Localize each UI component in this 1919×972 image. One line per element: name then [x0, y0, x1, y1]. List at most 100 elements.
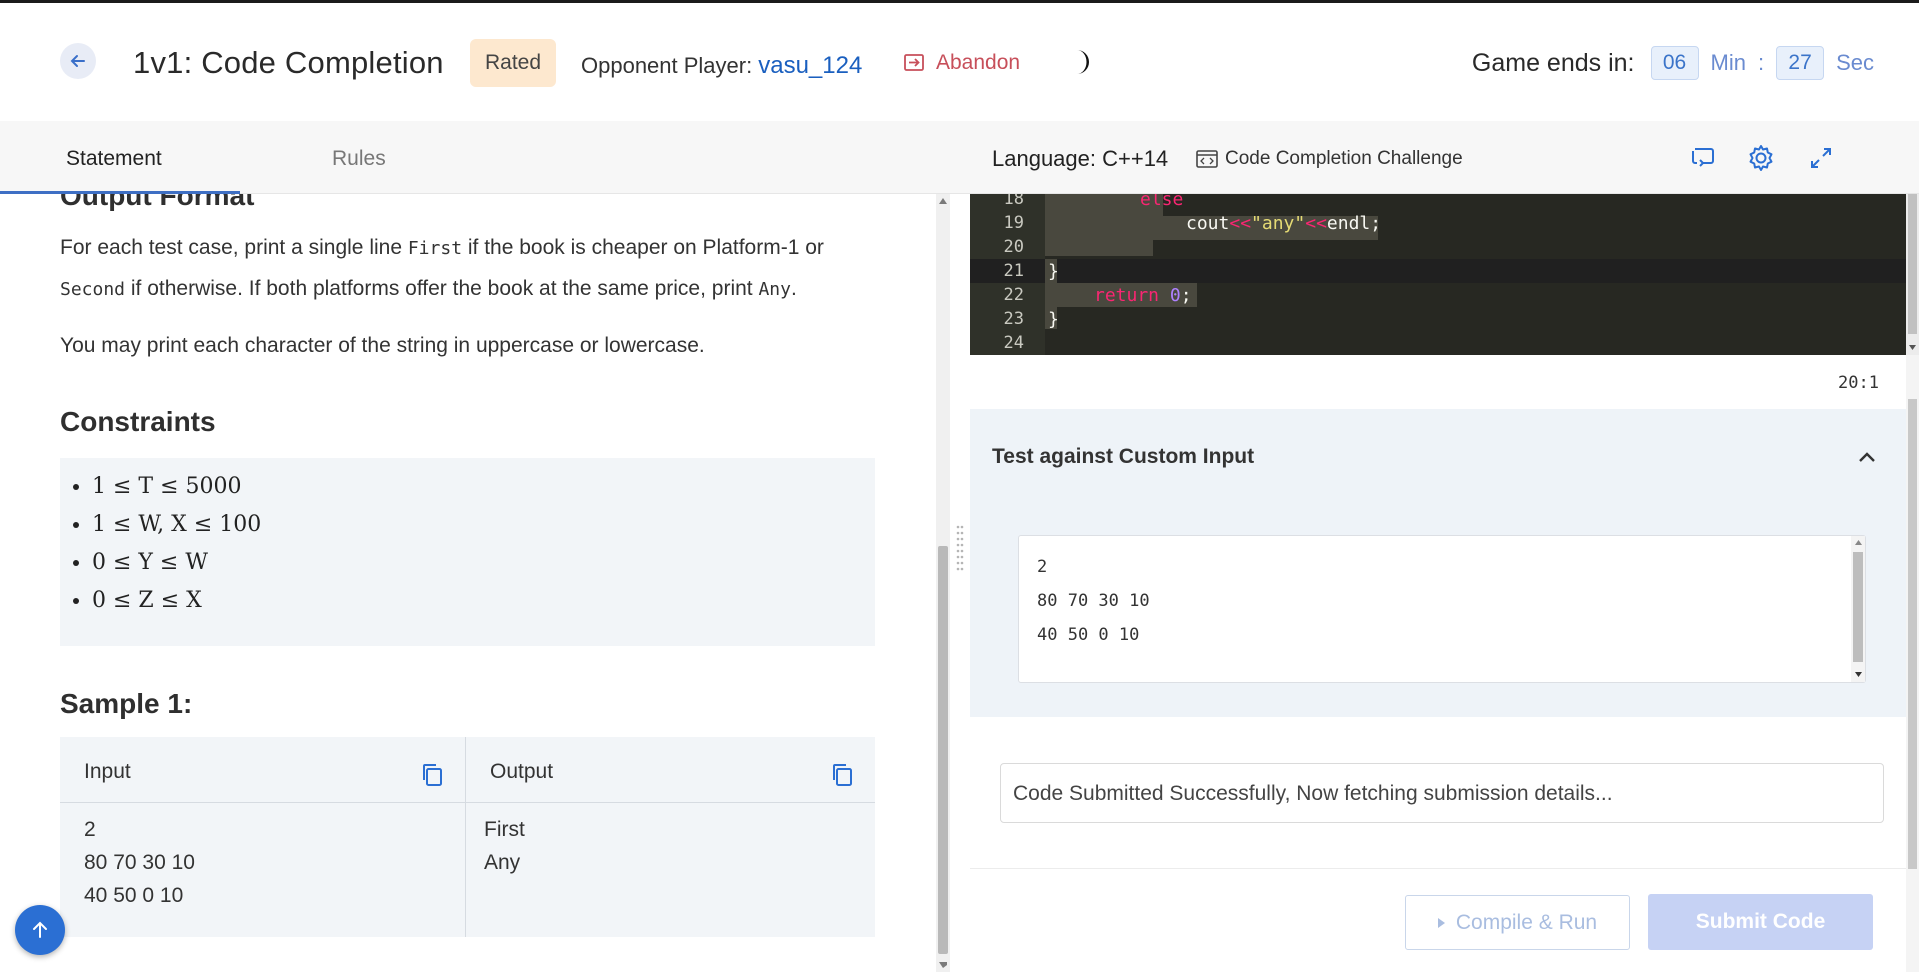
- problem-statement-panel: Output Format For each test case, print …: [0, 194, 936, 972]
- compile-run-label: Compile & Run: [1455, 910, 1598, 934]
- language-label: Language: C++14: [992, 146, 1169, 171]
- run-panel: 20:1 Test against Custom Input 2 80 70 3…: [970, 355, 1919, 972]
- constraints-list: 1 ≤ T ≤ 5000 1 ≤ W, X ≤ 100 0 ≤ Y ≤ W 0 …: [92, 468, 875, 620]
- inline-code: First: [407, 238, 463, 259]
- rated-badge: Rated: [470, 39, 556, 87]
- copy-input-icon[interactable]: [421, 763, 443, 787]
- tab-statement[interactable]: Statement: [66, 147, 162, 171]
- settings-button[interactable]: [1746, 143, 1776, 173]
- output-format-heading: Output Format: [60, 194, 255, 211]
- copy-output-icon[interactable]: [831, 763, 853, 787]
- scroll-up-arrow-icon[interactable]: [939, 198, 947, 204]
- sample-output-line: Any: [484, 851, 521, 874]
- custom-input-title: Test against Custom Input: [992, 445, 1255, 468]
- run-panel-scrollbar-thumb[interactable]: [1908, 399, 1917, 869]
- editor-scrollbar[interactable]: [1906, 194, 1919, 355]
- opponent-name-link[interactable]: vasu_124: [758, 52, 862, 79]
- sample-input-column: Input 2 80 70 30 10 40 50 0 10: [60, 737, 466, 937]
- scroll-to-top-button[interactable]: [15, 905, 65, 955]
- inline-code: Any: [758, 279, 791, 300]
- exit-icon: [904, 54, 924, 71]
- statement-scrollbar-thumb[interactable]: [938, 546, 948, 954]
- sample-input-label: Input: [84, 760, 131, 783]
- sample-output-column: Output First Any: [466, 737, 875, 937]
- submission-status-box: Code Submitted Successfully, Now fetchin…: [1000, 763, 1884, 823]
- line-number: 19: [1003, 213, 1024, 233]
- dark-mode-toggle[interactable]: [1066, 47, 1096, 77]
- sample-output-line: First: [484, 818, 525, 841]
- refresh-icon: [1692, 148, 1714, 167]
- scroll-down-arrow-icon[interactable]: [1855, 672, 1862, 677]
- scroll-up-arrow-icon[interactable]: [1855, 540, 1862, 545]
- chevron-up-icon[interactable]: [1857, 449, 1877, 465]
- moon-icon: [1077, 50, 1089, 74]
- keyword-token: else: [1140, 194, 1184, 210]
- identifier-token: cout: [1186, 213, 1230, 234]
- case-note-text: You may print each character of the stri…: [60, 334, 705, 357]
- constraint-item: 1 ≤ T ≤ 5000: [92, 468, 875, 506]
- operator-token: <<: [1305, 213, 1327, 234]
- code-line-23: }: [1048, 309, 1059, 330]
- reset-code-button[interactable]: [1688, 143, 1718, 173]
- inline-code: Second: [60, 279, 126, 300]
- submission-status-message: Code Submitted Successfully, Now fetchin…: [1013, 782, 1613, 805]
- sample-output-content: First Any: [466, 803, 875, 879]
- timer-seconds: 27: [1776, 46, 1825, 80]
- line-number: 22: [1003, 285, 1024, 305]
- custom-input-scrollbar-thumb[interactable]: [1853, 552, 1863, 662]
- sample-input-line: 2: [84, 818, 96, 841]
- footer-divider: [970, 868, 1919, 869]
- code-line-18: else: [1140, 194, 1183, 213]
- back-button[interactable]: [60, 43, 96, 79]
- output-format-text: For each test case, print a single line …: [60, 228, 880, 310]
- gear-icon: [1749, 145, 1773, 171]
- compile-run-button[interactable]: Compile & Run: [1405, 895, 1630, 950]
- constraint-item: 0 ≤ Y ≤ W: [92, 544, 875, 582]
- resize-handle-icon[interactable]: [955, 523, 965, 573]
- scroll-down-arrow-icon[interactable]: [1909, 345, 1916, 350]
- cursor-position: 20:1: [1838, 373, 1879, 393]
- constraint-item: 0 ≤ Z ≤ X: [92, 582, 875, 620]
- output-text-part: For each test case, print a single line: [60, 236, 408, 259]
- tab-rules[interactable]: Rules: [332, 147, 386, 171]
- output-text-part: if otherwise. If both platforms offer th…: [125, 277, 759, 300]
- line-number: 24: [1003, 333, 1024, 353]
- custom-input-scrollbar[interactable]: [1851, 536, 1865, 682]
- constraints-box: 1 ≤ T ≤ 5000 1 ≤ W, X ≤ 100 0 ≤ Y ≤ W 0 …: [60, 458, 875, 646]
- tab-bar: Statement Rules Language: C++14 Code Com…: [0, 121, 1919, 194]
- sample-input-line: 40 50 0 10: [84, 884, 184, 907]
- abandon-button[interactable]: Abandon: [904, 51, 1020, 75]
- string-token: "any": [1251, 213, 1306, 234]
- game-header: 1v1: Code Completion Rated Opponent Play…: [0, 3, 1919, 121]
- submit-code-button[interactable]: Submit Code: [1648, 894, 1873, 950]
- active-line-highlight: [970, 259, 1906, 283]
- code-line-21: }: [1048, 261, 1059, 282]
- line-number: 20: [1003, 237, 1024, 257]
- challenge-label: Code Completion Challenge: [1196, 148, 1463, 170]
- fullscreen-button[interactable]: [1806, 143, 1836, 173]
- custom-input-value: 2 80 70 30 10 40 50 0 10: [1037, 557, 1150, 645]
- panel-divider: [950, 194, 970, 972]
- timer-seconds-unit: Sec: [1836, 50, 1874, 75]
- scroll-down-arrow-icon[interactable]: [939, 962, 947, 968]
- code-editor[interactable]: 18 19 20 21 22 23 24 else cout<<"any"<<e…: [970, 194, 1906, 355]
- sample-heading: Sample 1:: [60, 688, 193, 719]
- play-icon: [1437, 917, 1445, 928]
- page-title: 1v1: Code Completion: [133, 45, 444, 80]
- code-line-19: cout<<"any"<<endl;: [1186, 213, 1381, 237]
- arrow-left-icon: [70, 55, 85, 67]
- editor-scrollbar-thumb[interactable]: [1908, 194, 1917, 334]
- sample-output-header: Output: [466, 737, 875, 803]
- keyword-token: return: [1094, 285, 1160, 306]
- run-panel-scrollbar[interactable]: [1906, 355, 1919, 972]
- opponent-info: Opponent Player: vasu_124: [581, 52, 862, 80]
- opponent-label: Opponent Player:: [581, 53, 753, 78]
- sample-table: Input 2 80 70 30 10 40 50 0 10 Output Fi…: [60, 737, 875, 937]
- custom-input-textarea[interactable]: 2 80 70 30 10 40 50 0 10: [1018, 535, 1866, 683]
- output-text-part: if the book is cheaper on Platform-1 or: [462, 236, 824, 259]
- timer-separator: :: [1757, 50, 1765, 75]
- statement-scrollbar[interactable]: [936, 194, 950, 972]
- code-line-22: return 0;: [1094, 285, 1192, 309]
- timer-minutes-unit: Min: [1710, 50, 1746, 75]
- expand-icon: [1811, 148, 1831, 168]
